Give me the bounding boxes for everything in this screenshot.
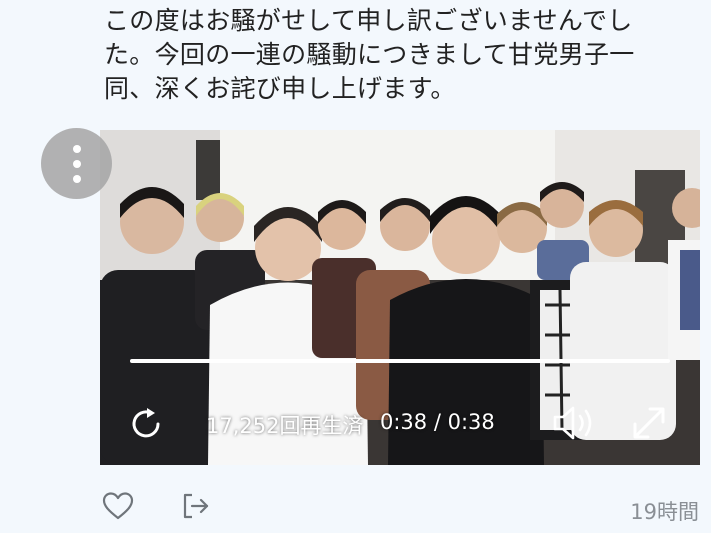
tweet-text-line: た。今回の一連の騒動につきまして甘党男子一 bbox=[104, 40, 635, 69]
video-player[interactable]: 17,252回再生済 0:38 / 0:38 bbox=[100, 130, 700, 465]
replay-icon bbox=[132, 408, 160, 438]
tweet-text: この度はお騒がせして申し訳ございませんでし た。今回の一連の騒動につきまして甘党… bbox=[104, 4, 689, 106]
fullscreen-button[interactable] bbox=[624, 400, 674, 446]
expand-arrows-icon bbox=[633, 407, 665, 439]
view-count: 17,252回再生済 bbox=[206, 414, 364, 438]
more-options-button[interactable] bbox=[41, 128, 112, 199]
speaker-icon bbox=[553, 406, 592, 440]
time-readout: 0:38 / 0:38 bbox=[380, 410, 495, 434]
like-button[interactable] bbox=[102, 491, 134, 521]
tweet-screen: この度はお騒がせして申し訳ございませんでし た。今回の一連の騒動につきまして甘党… bbox=[0, 0, 711, 533]
vertical-ellipsis-icon bbox=[72, 144, 81, 183]
tweet-text-line: 同、深くお詫び申し上げます。 bbox=[104, 74, 456, 103]
volume-button[interactable] bbox=[546, 400, 602, 446]
share-arrow-icon bbox=[183, 493, 209, 519]
share-button[interactable] bbox=[180, 490, 212, 522]
heart-outline-icon bbox=[102, 492, 134, 520]
progress-bar[interactable] bbox=[130, 359, 670, 363]
tweet-text-line: この度はお騒がせして申し訳ございませんでし bbox=[104, 6, 633, 35]
tweet-timestamp: 19時間 bbox=[630, 500, 699, 524]
replay-button[interactable] bbox=[124, 402, 168, 446]
